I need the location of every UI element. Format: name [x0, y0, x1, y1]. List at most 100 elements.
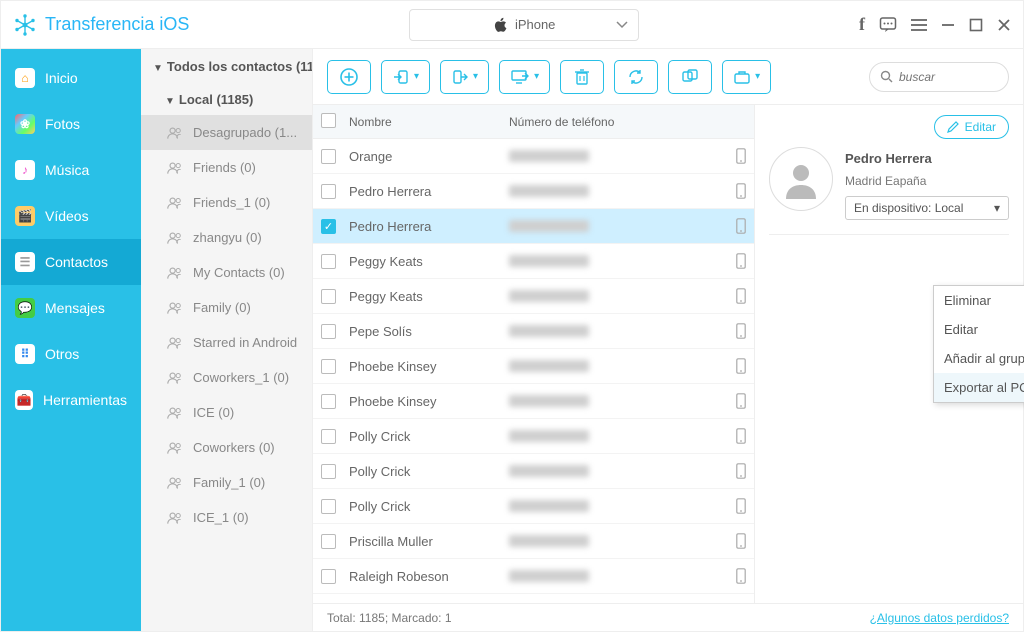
sidebar-item-label: Vídeos	[45, 208, 89, 224]
phone-icon	[736, 568, 746, 584]
contact-phone	[509, 454, 754, 488]
sidebar-item-videos[interactable]: 🎬Vídeos	[1, 193, 141, 239]
refresh-button[interactable]	[614, 60, 658, 94]
menu-icon[interactable]	[911, 18, 927, 32]
row-checkbox[interactable]	[321, 289, 336, 304]
contact-row[interactable]: Polly Crick	[313, 454, 754, 489]
row-checkbox[interactable]	[321, 429, 336, 444]
search-box[interactable]	[869, 62, 1009, 92]
import-button[interactable]: ▾	[381, 60, 430, 94]
row-checkbox[interactable]	[321, 569, 336, 584]
sidebar-item-herramientas[interactable]: 🧰Herramientas	[1, 377, 141, 423]
group-item[interactable]: My Contacts (0)	[141, 255, 312, 290]
contact-row[interactable]: Phoebe Kinsey	[313, 349, 754, 384]
group-item[interactable]: Friends (0)	[141, 150, 312, 185]
phone-icon	[736, 253, 746, 269]
phone-icon	[736, 463, 746, 479]
people-icon	[167, 511, 185, 525]
contact-row[interactable]: Priscilla Muller	[313, 524, 754, 559]
contact-row[interactable]: Polly Crick	[313, 419, 754, 454]
contact-name: Orange	[349, 149, 509, 164]
group-item[interactable]: Starred in Android	[141, 325, 312, 360]
group-item[interactable]: Friends_1 (0)	[141, 185, 312, 220]
group-item[interactable]: zhangyu (0)	[141, 220, 312, 255]
row-checkbox[interactable]	[321, 359, 336, 374]
sidebar-item-contactos[interactable]: ☰Contactos	[1, 239, 141, 285]
contact-row[interactable]: Phoebe Kinsey	[313, 384, 754, 419]
group-item[interactable]: ICE_1 (0)	[141, 500, 312, 535]
contact-name: Phoebe Kinsey	[349, 394, 509, 409]
group-item[interactable]: Coworkers_1 (0)	[141, 360, 312, 395]
columns: Nombre Número de teléfono Orange Pedro He…	[313, 105, 1023, 603]
groups-header[interactable]: ▼Todos los contactos (1185)	[141, 49, 312, 84]
chevron-down-icon: ▾	[414, 71, 419, 82]
row-checkbox[interactable]	[321, 254, 336, 269]
feedback-icon[interactable]	[879, 16, 897, 34]
delete-button[interactable]	[560, 60, 604, 94]
contact-row[interactable]: Raleigh Robeson	[313, 559, 754, 594]
context-menu: EliminarEditarAñadir al grupo▶Exportar a…	[933, 285, 1024, 403]
context-menu-item[interactable]: Eliminar	[934, 286, 1024, 315]
context-menu-item[interactable]: Añadir al grupo▶	[934, 344, 1024, 373]
group-local[interactable]: ▼Local (1185)	[141, 84, 312, 115]
people-icon	[167, 161, 185, 175]
group-item[interactable]: Family (0)	[141, 290, 312, 325]
add-button[interactable]	[327, 60, 371, 94]
row-checkbox[interactable]	[321, 499, 336, 514]
contact-row[interactable]: Peggy Keats	[313, 244, 754, 279]
merge-button[interactable]	[668, 60, 712, 94]
contact-name: Phoebe Kinsey	[349, 359, 509, 374]
row-checkbox[interactable]	[321, 464, 336, 479]
group-item-label: My Contacts (0)	[193, 265, 285, 280]
minimize-button[interactable]	[941, 18, 955, 32]
sidebar-item-inicio[interactable]: ⌂Inicio	[1, 55, 141, 101]
row-checkbox[interactable]: ✓	[321, 219, 336, 234]
contact-row[interactable]: Peggy Keats	[313, 279, 754, 314]
contact-row[interactable]: ✓Pedro Herrera	[313, 209, 754, 244]
device-selector[interactable]: iPhone	[409, 9, 639, 41]
context-menu-item[interactable]: Editar	[934, 315, 1024, 344]
contact-row[interactable]: Pedro Herrera	[313, 174, 754, 209]
logo-icon	[13, 13, 37, 37]
toolbar: ▾ ▾ ▾ ▾	[313, 49, 1023, 105]
maximize-button[interactable]	[969, 18, 983, 32]
row-checkbox[interactable]	[321, 149, 336, 164]
facebook-icon[interactable]: f	[859, 14, 865, 35]
group-item[interactable]: ICE (0)	[141, 395, 312, 430]
contact-row[interactable]: Polly Crick	[313, 489, 754, 524]
main-area: ⌂Inicio ❀Fotos ♪Música 🎬Vídeos ☰Contacto…	[1, 49, 1023, 631]
group-item[interactable]: Desagrupado (1...	[141, 115, 312, 150]
sidebar-item-otros[interactable]: ⠿Otros	[1, 331, 141, 377]
group-item[interactable]: Family_1 (0)	[141, 465, 312, 500]
row-checkbox[interactable]	[321, 534, 336, 549]
people-icon	[167, 196, 185, 210]
sidebar-item-label: Inicio	[45, 70, 78, 86]
row-checkbox[interactable]	[321, 394, 336, 409]
column-name[interactable]: Nombre	[349, 115, 509, 129]
column-phone[interactable]: Número de teléfono	[509, 115, 754, 129]
export-to-device-button[interactable]: ▾	[440, 60, 489, 94]
close-button[interactable]	[997, 18, 1011, 32]
device-dropdown[interactable]: En dispositivo: Local ▾	[845, 196, 1009, 220]
phone-icon	[736, 148, 746, 164]
contact-name: Raleigh Robeson	[349, 569, 509, 584]
edit-button[interactable]: Editar	[934, 115, 1009, 139]
sidebar-item-musica[interactable]: ♪Música	[1, 147, 141, 193]
group-item-label: Family (0)	[193, 300, 251, 315]
contact-phone	[509, 279, 754, 313]
context-menu-item[interactable]: Exportar al PC▶	[934, 373, 1024, 402]
row-checkbox[interactable]	[321, 324, 336, 339]
phone-icon	[736, 358, 746, 374]
export-to-pc-button[interactable]: ▾	[499, 60, 550, 94]
group-item[interactable]: Coworkers (0)	[141, 430, 312, 465]
photos-icon: ❀	[15, 114, 35, 134]
select-all-checkbox[interactable]	[321, 113, 336, 128]
sidebar-item-fotos[interactable]: ❀Fotos	[1, 101, 141, 147]
row-checkbox[interactable]	[321, 184, 336, 199]
settings-button[interactable]: ▾	[722, 60, 771, 94]
contact-row[interactable]: Pepe Solís	[313, 314, 754, 349]
contact-row[interactable]: Orange	[313, 139, 754, 174]
sidebar-item-mensajes[interactable]: 💬Mensajes	[1, 285, 141, 331]
lost-data-link[interactable]: ¿Algunos datos perdidos?	[870, 611, 1009, 625]
search-input[interactable]	[899, 70, 998, 84]
